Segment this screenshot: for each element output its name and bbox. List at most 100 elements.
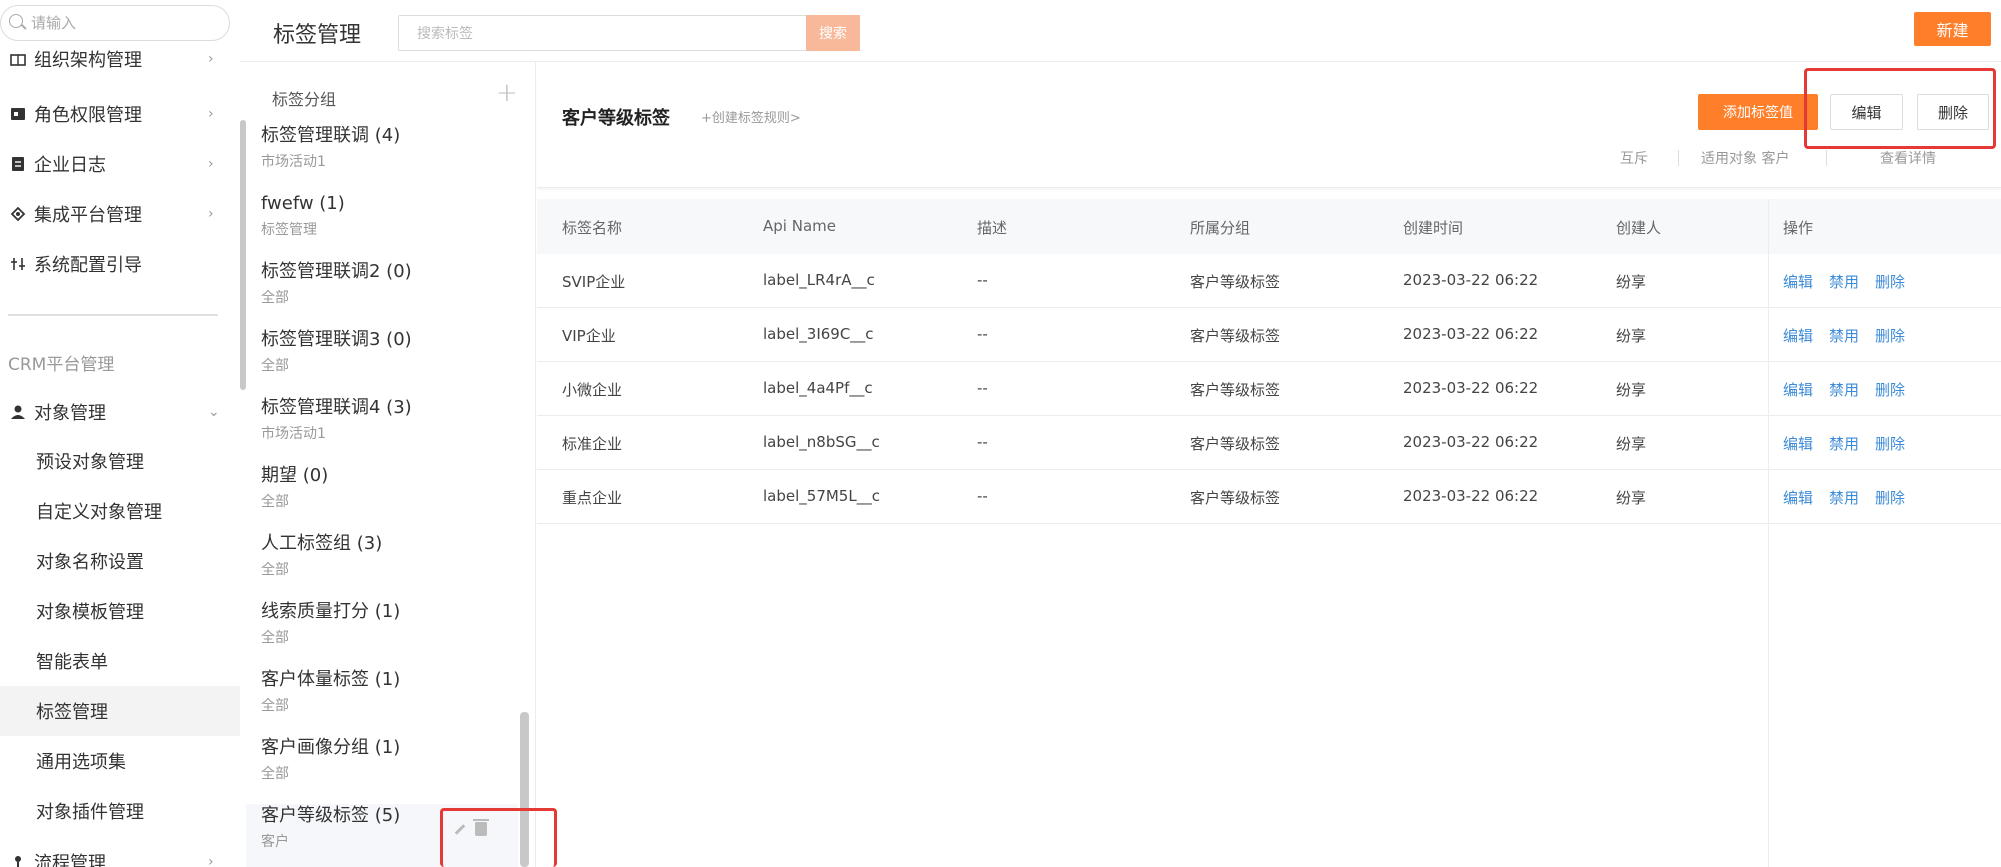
detail-header: 客户等级标签 +创建标签规则> 添加标签值 编辑 删除 互斥 适用对象 客户 查… (537, 76, 2001, 188)
row-delete-link[interactable]: 删除 (1875, 271, 1905, 292)
group-item[interactable]: 线索质量打分 (1) 全部 (246, 600, 518, 668)
sidebar-item-label: 对象管理 (34, 403, 106, 424)
sidebar-sub-object-names[interactable]: 对象名称设置 (0, 536, 240, 586)
integration-icon (10, 206, 26, 222)
add-tag-value-button[interactable]: 添加标签值 (1698, 94, 1818, 130)
sidebar-sub-smart-forms[interactable]: 智能表单 (0, 636, 240, 686)
group-name: 人工标签组 (3) (261, 533, 383, 554)
column-header: 描述 (977, 219, 1008, 237)
cell-creator: 纷享 (1616, 435, 1647, 453)
sidebar-sub-tag-mgmt[interactable]: 标签管理 (0, 686, 240, 736)
row-delete-link[interactable]: 删除 (1875, 379, 1905, 400)
group-desc: 全部 (261, 358, 289, 374)
sidebar-sub-option-sets[interactable]: 通用选项集 (0, 736, 240, 786)
sidebar-item-label: 集成平台管理 (34, 205, 142, 226)
user-icon (10, 404, 26, 420)
sidebar-item-process-mgmt[interactable]: 流程管理 › (0, 840, 240, 867)
add-group-icon[interactable]: + (496, 78, 518, 108)
meta-divider (1826, 150, 1827, 166)
group-desc: 全部 (261, 766, 289, 782)
chevron-down-icon: ⌄ (208, 404, 220, 420)
group-item[interactable]: 客户画像分组 (1) 全部 (246, 736, 518, 804)
cell-desc: -- (977, 325, 988, 343)
role-icon (10, 106, 26, 122)
group-panel-title: 标签分组 (272, 90, 337, 109)
sidebar-sub-custom-objects[interactable]: 自定义对象管理 (0, 486, 240, 536)
row-delete-link[interactable]: 删除 (1875, 325, 1905, 346)
chevron-right-icon: › (208, 206, 214, 222)
group-item[interactable]: 标签管理联调4 (3) 市场活动1 (246, 396, 518, 464)
sidebar-sub-object-templates[interactable]: 对象模板管理 (0, 586, 240, 636)
log-icon (10, 156, 26, 172)
sidebar: 组织架构管理 › 角色权限管理 › 企业日志 › 集成平台管理 › 系统配置引导… (0, 0, 240, 867)
group-item[interactable]: 标签管理联调2 (0) 全部 (246, 260, 518, 328)
sidebar-divider (8, 314, 218, 316)
operations-column-divider (1768, 199, 1769, 867)
sidebar-item-log[interactable]: 企业日志 › (0, 142, 240, 186)
cell-api-name: label_3I69C__c (763, 325, 874, 343)
cell-created-time: 2023-03-22 06:22 (1403, 325, 1539, 343)
org-icon (10, 51, 26, 67)
view-details-link[interactable]: 查看详情 (1880, 148, 1936, 168)
sidebar-item-role[interactable]: 角色权限管理 › (0, 92, 240, 136)
group-item[interactable]: 标签管理联调 (4) 市场活动1 (246, 124, 518, 192)
sidebar-item-org[interactable]: 组织架构管理 › (0, 44, 240, 74)
group-item[interactable]: 人工标签组 (3) 全部 (246, 532, 518, 600)
row-edit-link[interactable]: 编辑 (1783, 487, 1813, 508)
group-desc: 全部 (261, 630, 289, 646)
group-desc: 全部 (261, 698, 289, 714)
group-item[interactable]: 标签管理联调3 (0) 全部 (246, 328, 518, 396)
mutex-label: 互斥 (1620, 151, 1648, 167)
create-rule-link[interactable]: +创建标签规则> (701, 107, 801, 126)
group-name: 客户体量标签 (1) (261, 669, 401, 690)
row-delete-link[interactable]: 删除 (1875, 433, 1905, 454)
cell-group: 客户等级标签 (1190, 435, 1281, 453)
cell-created-time: 2023-03-22 06:22 (1403, 433, 1539, 451)
tag-search-input[interactable] (417, 24, 787, 44)
group-item[interactable]: 客户体量标签 (1) 全部 (246, 668, 518, 736)
column-header: 标签名称 (562, 219, 623, 237)
group-desc: 全部 (261, 494, 289, 510)
sidebar-search[interactable] (0, 5, 230, 41)
app: 组织架构管理 › 角色权限管理 › 企业日志 › 集成平台管理 › 系统配置引导… (0, 0, 2001, 867)
group-item[interactable]: 期望 (0) 全部 (246, 464, 518, 532)
cell-api-name: label_LR4rA__c (763, 271, 875, 289)
tag-detail: 客户等级标签 +创建标签规则> 添加标签值 编辑 删除 互斥 适用对象 客户 查… (537, 62, 2001, 867)
column-header: 所属分组 (1190, 219, 1251, 237)
sidebar-item-integration[interactable]: 集成平台管理 › (0, 192, 240, 236)
row-edit-link[interactable]: 编辑 (1783, 271, 1813, 292)
group-name: 标签管理联调4 (3) (261, 397, 412, 418)
sidebar-section-title: CRM平台管理 (8, 355, 115, 375)
row-disable-link[interactable]: 禁用 (1829, 433, 1859, 454)
group-name: 标签管理联调3 (0) (261, 329, 412, 350)
process-icon (10, 854, 26, 867)
sidebar-search-input[interactable] (31, 12, 221, 34)
group-name: 线索质量打分 (1) (261, 601, 401, 622)
chevron-right-icon: › (208, 51, 214, 67)
tag-search[interactable] (398, 15, 808, 51)
group-name: 标签管理联调2 (0) (261, 261, 412, 282)
applies-object-label: 适用对象 客户 (1701, 151, 1790, 167)
cell-desc: -- (977, 433, 988, 451)
row-edit-link[interactable]: 编辑 (1783, 433, 1813, 454)
row-edit-link[interactable]: 编辑 (1783, 379, 1813, 400)
row-disable-link[interactable]: 禁用 (1829, 379, 1859, 400)
row-edit-link[interactable]: 编辑 (1783, 325, 1813, 346)
search-button[interactable]: 搜索 (806, 15, 860, 51)
group-desc: 市场活动1 (261, 426, 326, 442)
sidebar-sub-preset-objects[interactable]: 预设对象管理 (0, 436, 240, 486)
row-disable-link[interactable]: 禁用 (1829, 325, 1859, 346)
sidebar-item-config[interactable]: 系统配置引导 (0, 242, 240, 286)
sidebar-sub-object-plugins[interactable]: 对象插件管理 (0, 786, 240, 836)
cell-creator: 纷享 (1616, 489, 1647, 507)
row-disable-link[interactable]: 禁用 (1829, 271, 1859, 292)
table-header: 标签名称 Api Name 描述 所属分组 创建时间 创建人 操作 (537, 199, 2001, 254)
cell-group: 客户等级标签 (1190, 327, 1281, 345)
group-item[interactable]: fwefw (1) 标签管理 (246, 192, 518, 260)
cell-group: 客户等级标签 (1190, 489, 1281, 507)
row-disable-link[interactable]: 禁用 (1829, 487, 1859, 508)
row-delete-link[interactable]: 删除 (1875, 487, 1905, 508)
new-button[interactable]: 新建 (1914, 12, 1991, 46)
sidebar-item-object-mgmt[interactable]: 对象管理 ⌄ (0, 390, 240, 434)
config-icon (10, 256, 26, 272)
